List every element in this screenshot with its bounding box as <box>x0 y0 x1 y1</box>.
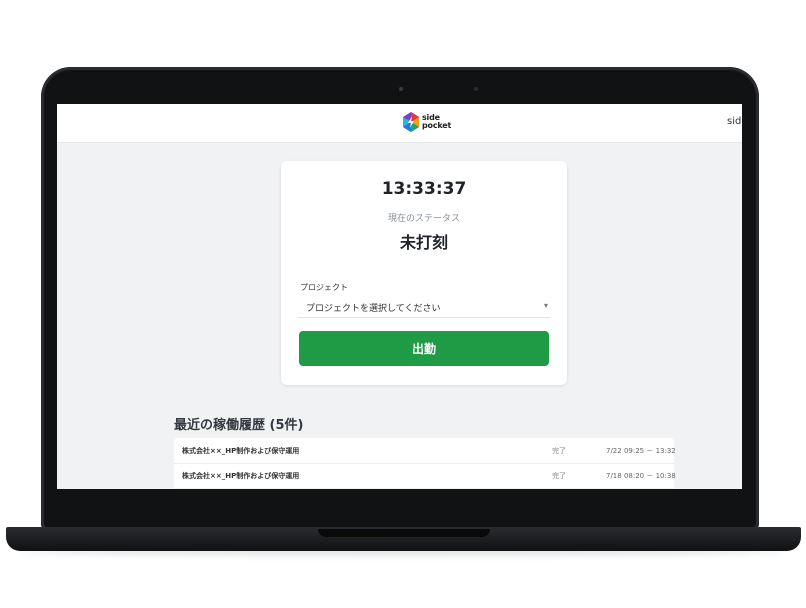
sidepocket-logo[interactable]: side pocket <box>402 112 451 134</box>
clock-in-button[interactable]: 出勤 <box>299 331 549 366</box>
history-title: 最近の稼働履歴 (5件) <box>174 418 304 433</box>
history-row[interactable]: 株式会社××_HP制作および保守運用 完了 7/18 08:20 － 10:38 <box>174 463 676 489</box>
history-row[interactable]: 株式会社××_HP制作および保守運用 完了 7/22 09:25 － 13:32 <box>174 438 676 464</box>
app-screen: side pocket side 13:33:37 現在のステータス 未打刻 プ… <box>57 104 742 489</box>
camera-sensor <box>399 87 403 91</box>
history-status: 完了 <box>552 447 566 455</box>
laptop-notch <box>318 529 490 537</box>
current-time: 13:33:37 <box>381 179 467 199</box>
top-navigation-bar: side pocket side <box>57 104 742 143</box>
logo-text-line2: pocket <box>422 121 452 130</box>
camera-lens <box>474 87 478 91</box>
logo-text: side pocket <box>422 114 451 130</box>
history-project: 株式会社××_HP制作および保守運用 <box>182 472 300 480</box>
chevron-down-icon: ▾ <box>543 301 548 310</box>
punch-card: 13:33:37 現在のステータス 未打刻 プロジェクト プロジェクトを選択して… <box>281 161 567 385</box>
project-field-label: プロジェクト <box>300 283 348 292</box>
user-menu-link[interactable]: side <box>727 116 742 127</box>
history-list: 株式会社××_HP制作および保守運用 完了 7/22 09:25 － 13:32… <box>174 438 676 489</box>
project-select-value: プロジェクトを選択してください <box>306 304 441 314</box>
logo-mark-icon <box>403 112 419 132</box>
history-time: 7/22 09:25 － 13:32 <box>606 447 676 455</box>
status-label: 現在のステータス <box>387 214 460 224</box>
history-status: 完了 <box>552 472 566 480</box>
status-value: 未打刻 <box>399 233 448 252</box>
project-select[interactable]: プロジェクトを選択してください ▾ <box>298 297 550 318</box>
history-project: 株式会社××_HP制作および保守運用 <box>182 447 300 455</box>
history-time: 7/18 08:20 － 10:38 <box>606 472 676 480</box>
